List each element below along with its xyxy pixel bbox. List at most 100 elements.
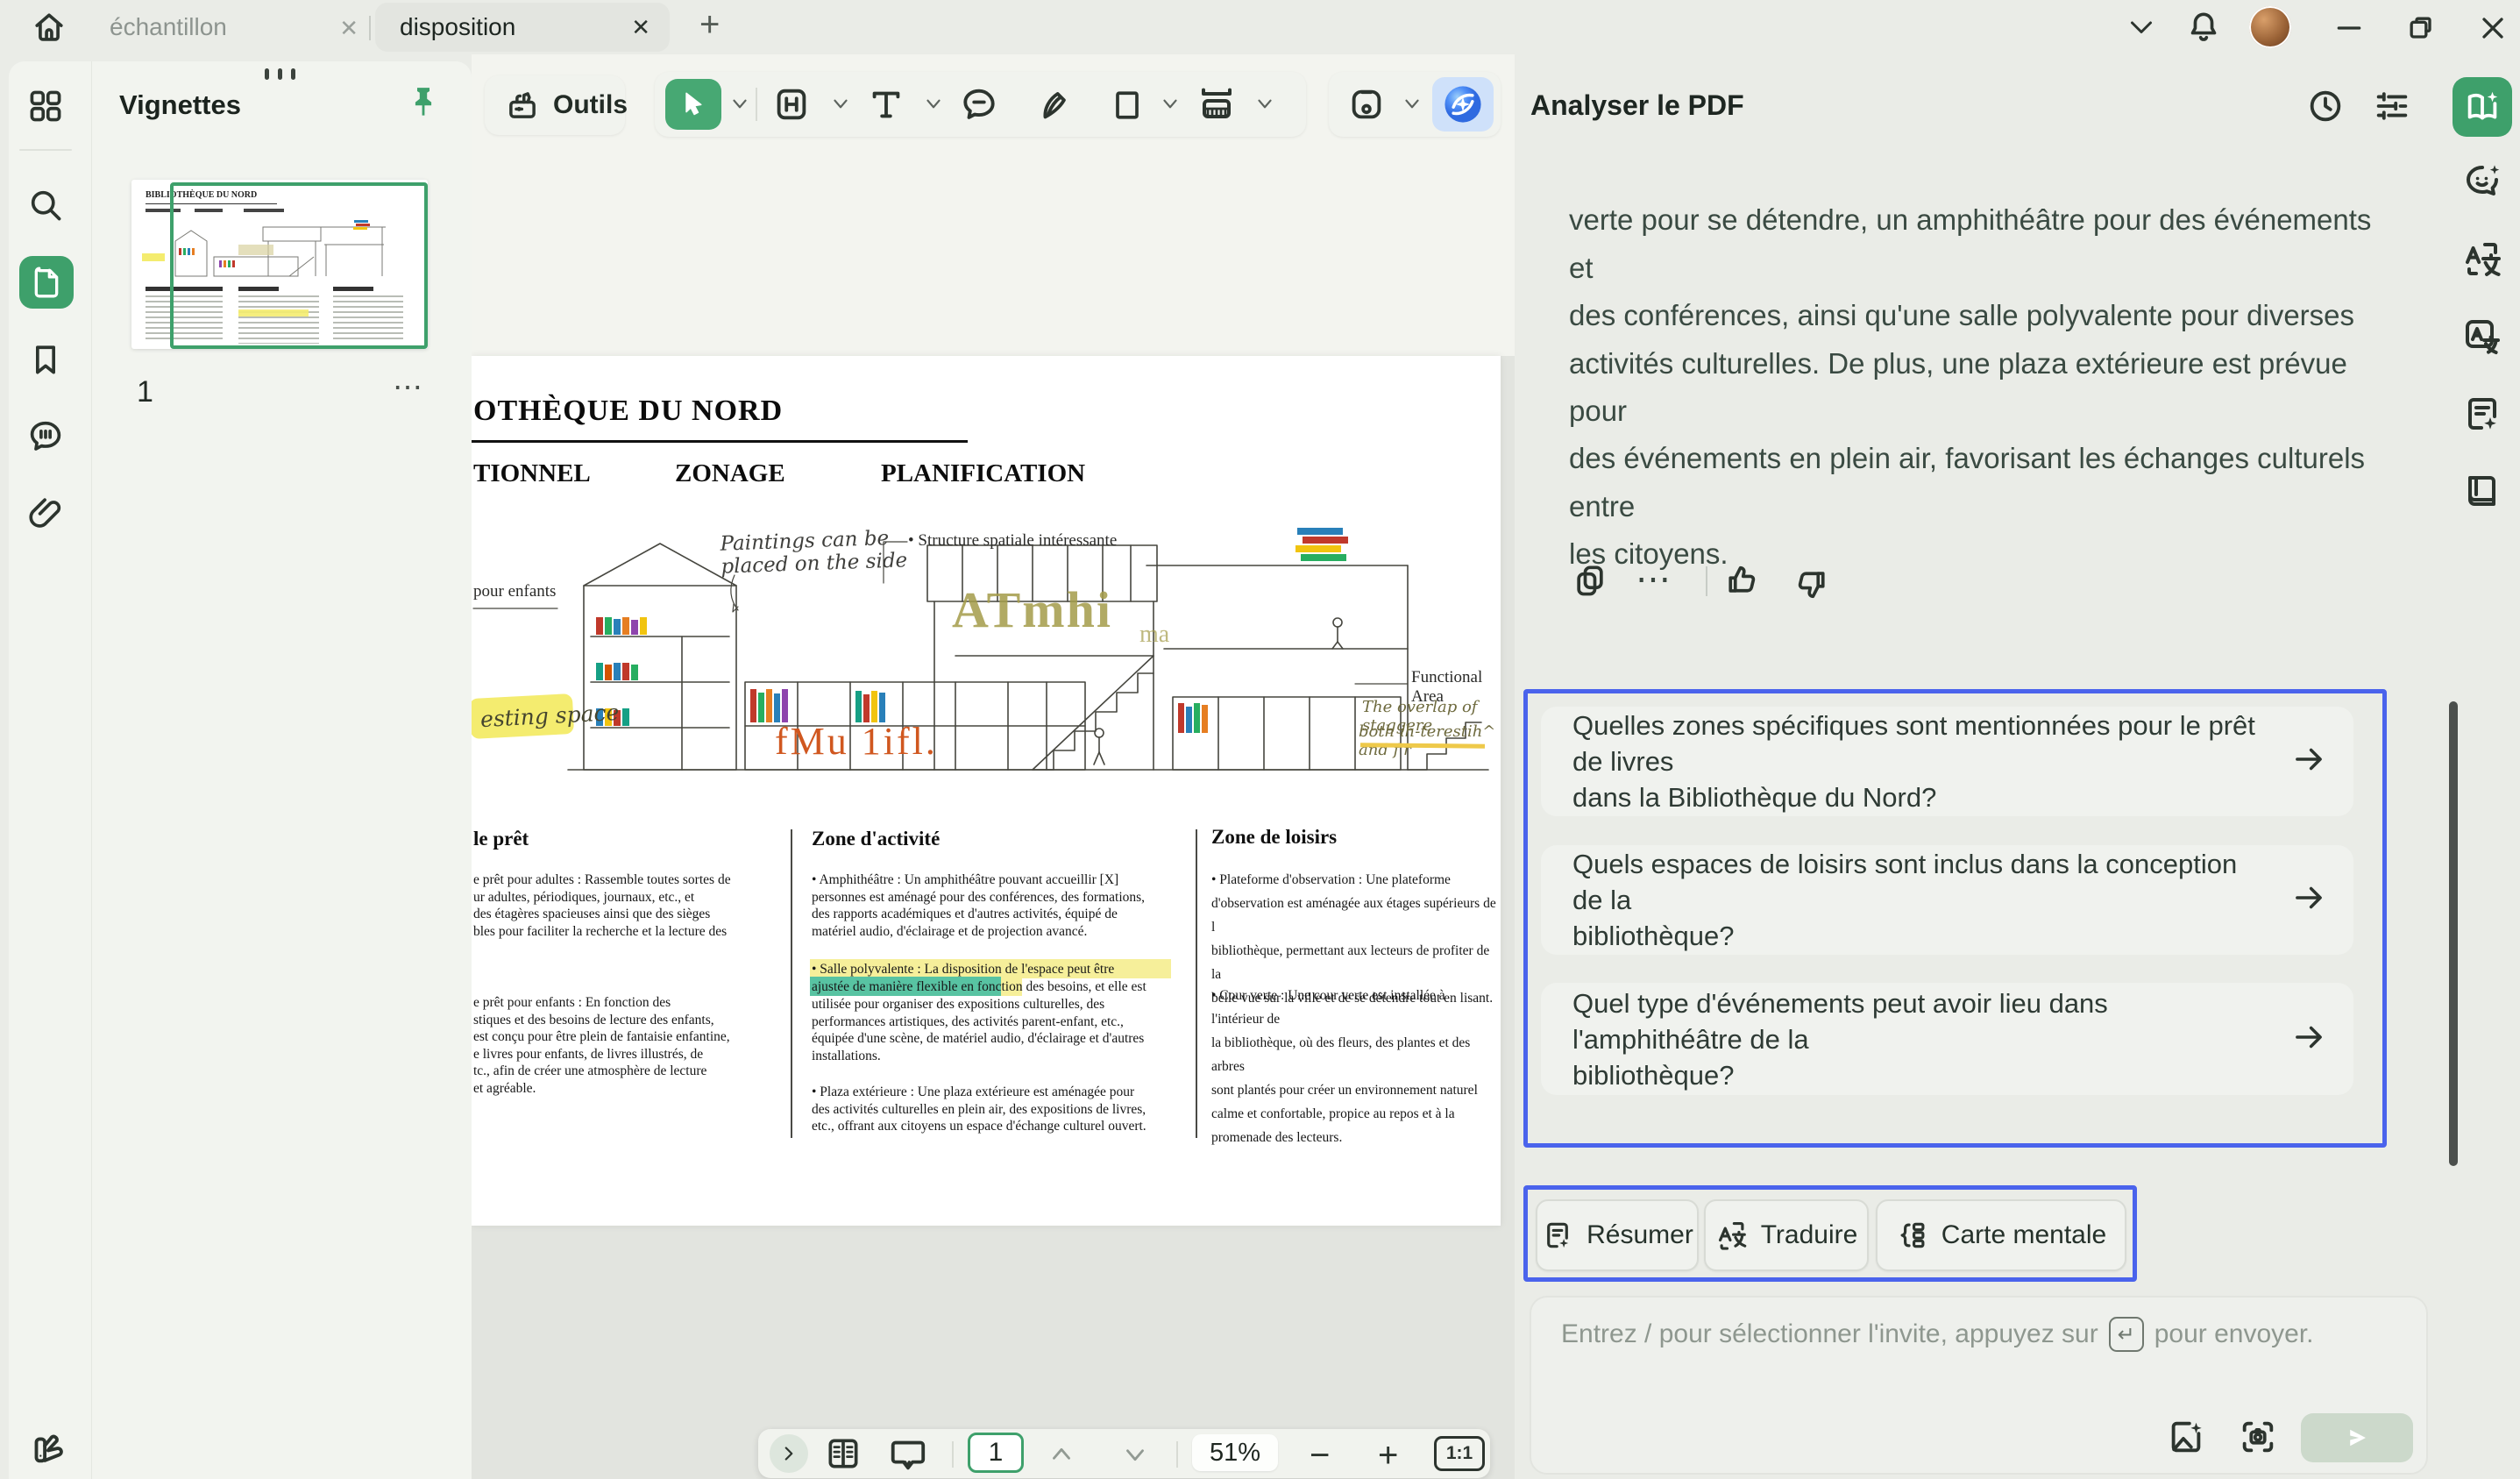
page-view-icon[interactable] (824, 1434, 862, 1477)
tab-disposition[interactable]: disposition ✕ (375, 3, 670, 52)
chat-input[interactable]: Entrez / pour sélectionner l'invite, app… (1530, 1296, 2428, 1475)
snapshot-tool-chevron-icon[interactable] (1401, 95, 1423, 118)
reader-book-icon[interactable] (2461, 470, 2503, 516)
translate-page-icon[interactable] (2461, 316, 2503, 362)
suggested-question-1[interactable]: Quelles zones spécifiques sont mentionné… (1541, 707, 2353, 816)
ai-chat-icon[interactable] (2461, 160, 2503, 206)
thumbnails-panel-title: Vignettes (119, 89, 241, 121)
screenshot-camera-icon[interactable] (2238, 1417, 2278, 1461)
book-sparkle-icon (2462, 87, 2502, 127)
tab-divider (369, 16, 371, 40)
add-tab-button[interactable]: + (699, 5, 720, 45)
select-tool-chevron-icon[interactable] (728, 95, 751, 118)
sidebar-item-ai-reader-active[interactable] (2453, 77, 2512, 137)
zoom-level-pill[interactable]: 51% (1192, 1434, 1278, 1471)
text-tool-chevron-icon[interactable] (922, 95, 945, 118)
close-window-button[interactable] (2475, 11, 2510, 50)
next-page-icon[interactable] (1120, 1441, 1150, 1472)
zoom-level-value: 51% (1210, 1439, 1260, 1468)
bookmark-icon[interactable] (26, 340, 65, 383)
thumbs-down-icon[interactable] (1792, 565, 1830, 608)
zoom-out-button[interactable]: − (1310, 1436, 1330, 1475)
send-icon (2342, 1423, 2372, 1453)
more-actions-icon[interactable]: ⋯ (1636, 559, 1673, 600)
enter-key-icon: ↵ (2109, 1317, 2144, 1352)
snapshot-tool-icon[interactable] (1346, 84, 1387, 129)
panel-collapse-chevron-icon[interactable] (2126, 18, 2157, 43)
sidebar-divider (19, 149, 72, 151)
text-tool-icon[interactable] (866, 84, 906, 129)
tab-echantillon[interactable]: échantillon ✕ (92, 4, 366, 51)
summarize-button[interactable]: Résumer (1536, 1199, 1699, 1271)
notifications-bell-icon[interactable] (2184, 8, 2223, 51)
ai-panel-title: Analyser le PDF (1530, 89, 1744, 122)
sidebar-item-grid[interactable] (26, 87, 65, 130)
thumbnail-viewport-box (170, 182, 428, 349)
settings-sliders-icon[interactable] (2372, 86, 2412, 131)
mindmap-button[interactable]: Carte mentale (1876, 1199, 2126, 1271)
doc-tab-zonage: ZONAGE (675, 459, 785, 488)
actual-size-button[interactable]: 1:1 (1434, 1436, 1485, 1471)
col2-body3: • Plaza extérieure : Une plaza extérieur… (812, 1084, 1180, 1135)
tab-label: échantillon (110, 13, 227, 41)
mindmap-icon (1896, 1219, 1929, 1252)
expand-panel-button[interactable] (770, 1434, 808, 1473)
highlight-tool-icon[interactable] (771, 84, 812, 129)
presentation-mode-icon[interactable] (887, 1434, 927, 1479)
sidebar-item-thumbnails-active[interactable] (19, 256, 74, 309)
history-clock-icon[interactable] (2305, 86, 2346, 131)
chat-input-placeholder: Entrez / pour sélectionner l'invite, app… (1561, 1317, 2314, 1352)
measure-tool-icon[interactable] (1196, 82, 1238, 129)
annotation-paintings: Paintings can be placed on the side (720, 526, 907, 578)
zoom-in-button[interactable]: + (1378, 1436, 1398, 1475)
titlebar: échantillon ✕ disposition ✕ + (0, 0, 2520, 54)
shape-tool-chevron-icon[interactable] (1159, 95, 1182, 118)
avatar[interactable] (2249, 6, 2291, 48)
measure-tool-chevron-icon[interactable] (1253, 95, 1276, 118)
translate-text-icon[interactable] (2461, 238, 2503, 285)
page-number-box[interactable]: 1 (968, 1433, 1024, 1473)
restore-button[interactable] (2403, 11, 2438, 50)
col1-body1: e prêt pour adultes : Rassemble toutes s… (473, 871, 780, 940)
highlight-tool-chevron-icon[interactable] (829, 95, 852, 118)
page-thumbnail[interactable]: BIBLIOTHÈQUE DU NORD (131, 180, 428, 349)
watermark-ma: ma (1139, 621, 1169, 649)
comments-icon[interactable] (26, 416, 65, 459)
comment-tool-icon[interactable] (959, 84, 999, 129)
chat-actions-divider (1706, 566, 1707, 596)
pin-icon[interactable] (405, 82, 442, 124)
col1-body2: e prêt pour enfants : En fonction des st… (473, 994, 780, 1097)
copy-icon[interactable] (1571, 561, 1609, 604)
pen-tool-icon[interactable] (1034, 84, 1075, 129)
search-icon[interactable] (26, 186, 65, 229)
cursor-icon (677, 88, 710, 121)
translate-button[interactable]: Traduire (1704, 1199, 1869, 1271)
annotation-structure: • Structure spatiale intéressante (908, 531, 1117, 551)
summary-doc-icon[interactable] (2461, 393, 2503, 439)
thumbnail-more-button[interactable]: ⋯ (393, 370, 424, 405)
app-window: échantillon ✕ disposition ✕ + (0, 0, 2520, 1479)
column-divider-2 (1196, 829, 1197, 1138)
attachment-paperclip-icon[interactable] (26, 494, 65, 537)
select-tool-active[interactable] (665, 79, 721, 130)
minimize-button[interactable] (2332, 11, 2367, 50)
home-icon[interactable] (30, 8, 68, 51)
suggested-question-2[interactable]: Quels espaces de loisirs sont inclus dan… (1541, 845, 2353, 955)
tab-close-icon[interactable]: ✕ (339, 15, 358, 42)
col3-heading: Zone de loisirs (1211, 826, 1337, 849)
previous-page-icon[interactable] (1047, 1441, 1076, 1472)
mindmap-label: Carte mentale (1941, 1220, 2106, 1250)
tools-button[interactable]: Outils (485, 75, 625, 135)
tab-close-icon[interactable]: ✕ (631, 14, 650, 41)
toolbar-divider (756, 88, 757, 121)
thumbs-up-icon[interactable] (1723, 561, 1762, 604)
theme-swatches-icon[interactable] (26, 1427, 67, 1472)
doc-tab-fonctionnel: TIONNEL (473, 459, 591, 488)
insert-image-icon[interactable] (2166, 1417, 2206, 1461)
panel-drag-handle[interactable] (265, 68, 295, 80)
ai-sparkle-icon (1440, 82, 1486, 127)
ai-assistant-button-active[interactable] (1432, 77, 1494, 132)
send-button[interactable] (2301, 1413, 2413, 1462)
shape-tool-icon[interactable] (1108, 86, 1146, 129)
suggested-question-3[interactable]: Quel type d'événements peut avoir lieu d… (1541, 983, 2353, 1095)
